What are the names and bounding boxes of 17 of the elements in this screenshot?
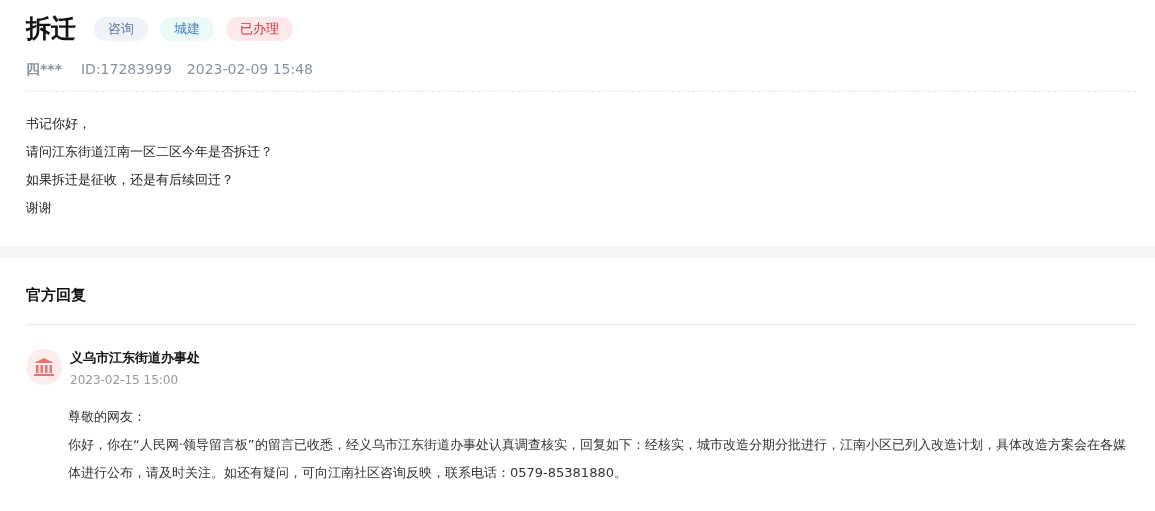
message-line: 如果拆迁是征收，还是有后续回迁？ [26,171,235,189]
reply-text: 你好，你在“人民网·领导留言板”的留言已收悉，经义乌市江东街道办事处认真调查核实，回复如下：经核实，城市改造分期分批进行，江南小区已列入改造计划，具体改造方案会在各媒体进行公布，请及时关注。如还有疑问，可向江南社区咨询反映，联系电话：0579-85381880。 [68,436,1127,482]
tag: 咨询 [94,16,148,41]
building-icon [26,349,62,385]
reply-greeting: 尊敬的网友： [68,408,147,426]
author-name: 四*** [26,61,62,79]
message-line: 请问江东街道江南一区二区今年是否拆迁？ [26,143,274,161]
message-id: ID:17283999 [80,61,172,79]
reply-time: 2023-02-15 15:00 [70,373,180,387]
message-title: 拆迁 [26,13,76,45]
tag: 城建 [160,16,214,41]
message-line: 谢谢 [26,199,53,217]
message-line: 书记你好， [26,115,92,133]
post-time: 2023-02-09 15:48 [186,61,314,79]
department-name: 义乌市江东街道办事处 [70,349,200,367]
section-heading: 官方回复 [26,258,1136,325]
tag: 已办理 [226,16,293,41]
